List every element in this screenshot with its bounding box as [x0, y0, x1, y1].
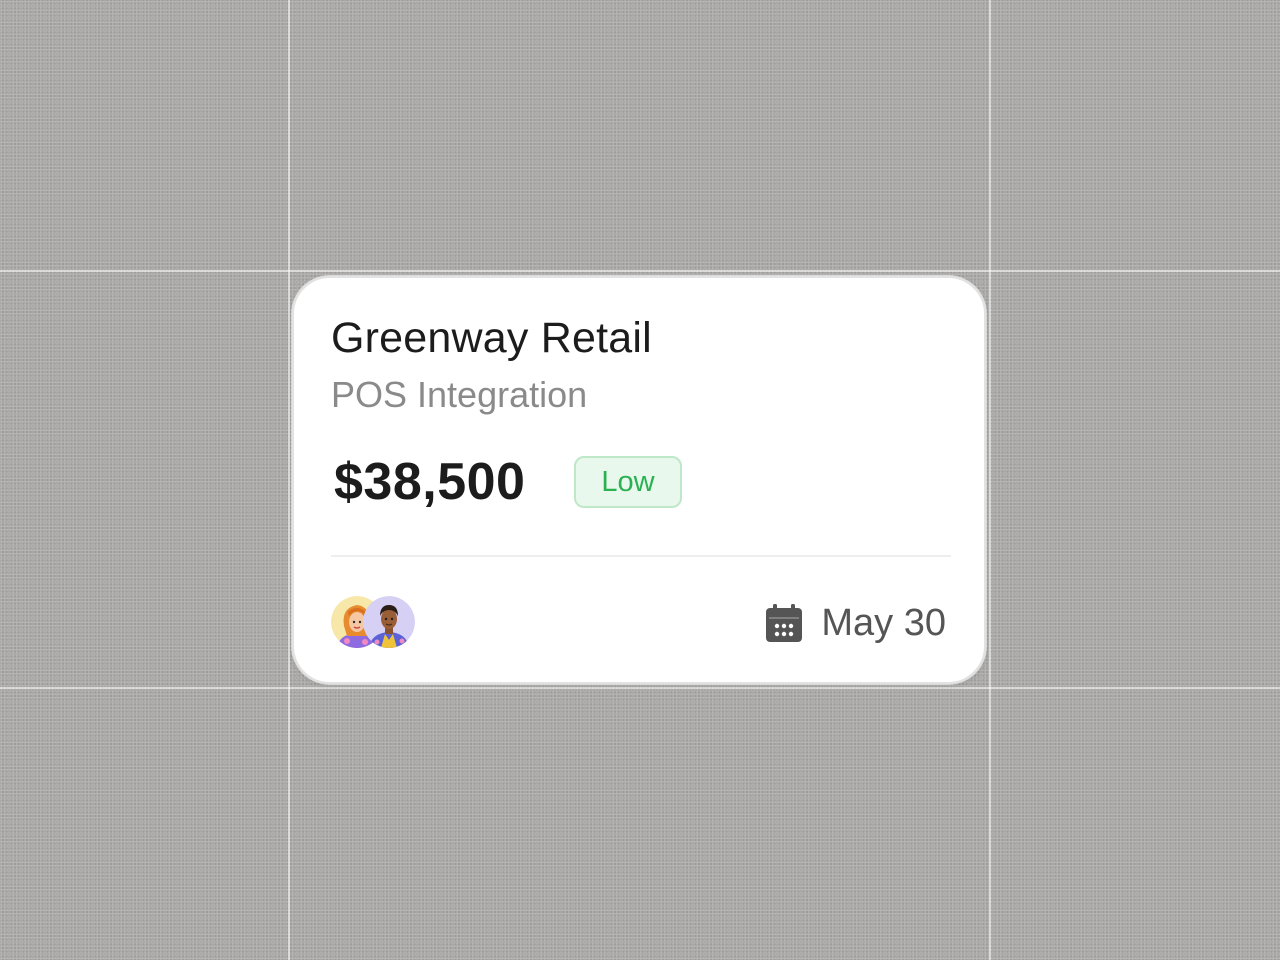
- deal-amount: $38,500: [334, 453, 526, 511]
- divider: [331, 555, 951, 557]
- assignee-avatars[interactable]: [331, 596, 421, 650]
- background-grid-line: [0, 270, 1280, 272]
- background-grid-line: [989, 0, 991, 960]
- due-date: May 30: [821, 601, 946, 644]
- deal-title: Greenway Retail: [331, 314, 652, 362]
- deal-subtitle: POS Integration: [331, 374, 588, 415]
- priority-badge: Low: [574, 456, 682, 508]
- calendar-icon: [766, 604, 803, 642]
- deal-card[interactable]: Greenway Retail POS Integration $38,500 …: [292, 276, 986, 684]
- due-date-container: May 30: [765, 598, 946, 648]
- background-grid-line: [0, 687, 1280, 689]
- background-grid-line: [288, 0, 290, 960]
- avatar-man-icon[interactable]: [363, 596, 415, 648]
